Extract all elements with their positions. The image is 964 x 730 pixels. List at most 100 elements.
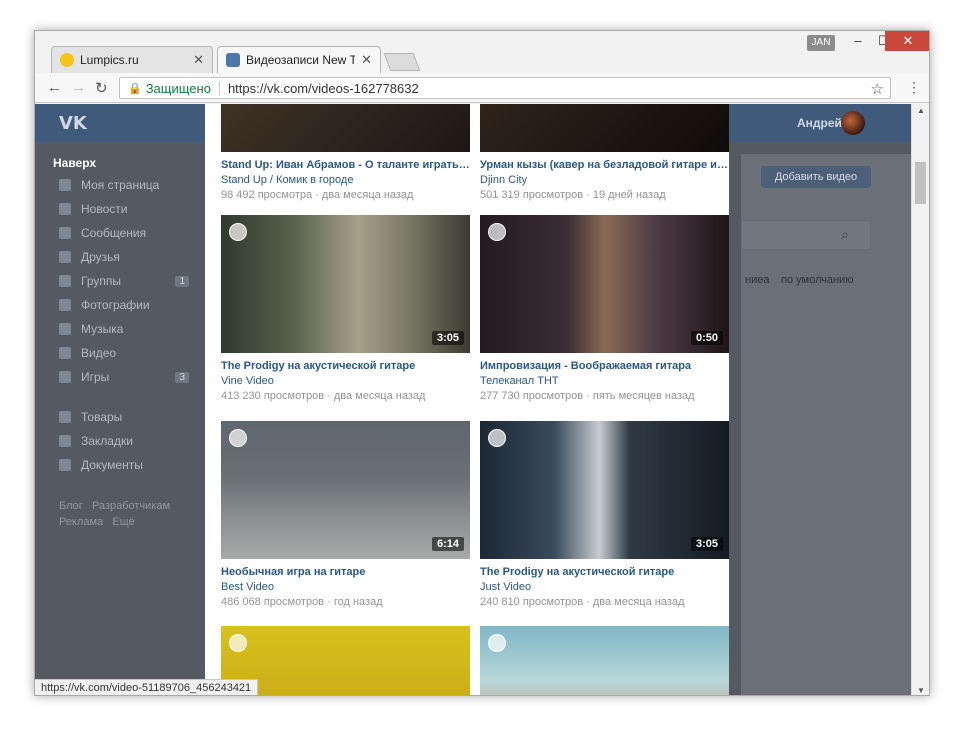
sort-dropdown[interactable]: по умолчанию xyxy=(781,274,853,286)
video-card[interactable]: Stand Up: Иван Абрамов - О таланте играт… xyxy=(221,104,470,201)
sidebar-item-messages[interactable]: Сообщения xyxy=(59,226,189,240)
video-thumbnail[interactable] xyxy=(480,626,729,695)
footer-links-2: Реклама Ещё xyxy=(59,516,135,528)
footer-link-ads[interactable]: Реклама xyxy=(59,516,103,528)
music-icon xyxy=(59,323,71,335)
sidebar-item-documents[interactable]: Документы xyxy=(59,458,189,472)
video-title[interactable]: Урман кызы (кавер на безладовой гитаре и… xyxy=(480,159,729,171)
video-card[interactable]: 6:14 Необычная игра на гитаре Best Video… xyxy=(221,421,470,608)
sidebar-item-bookmarks[interactable]: Закладки xyxy=(59,434,189,448)
select-checkbox[interactable] xyxy=(488,223,506,241)
video-card[interactable] xyxy=(480,626,729,695)
video-card[interactable]: 0:50 Импровизация - Воображаемая гитара … xyxy=(480,215,729,402)
scroll-down-icon[interactable]: ▼ xyxy=(917,686,925,695)
profile-badge[interactable]: JAN xyxy=(807,35,835,51)
close-icon[interactable]: ✕ xyxy=(193,52,204,68)
video-channel[interactable]: Vine Video xyxy=(221,375,470,387)
select-checkbox[interactable] xyxy=(229,429,247,447)
video-duration: 0:50 xyxy=(690,331,723,345)
address-toolbar: ← → ↻ 🔒 Защищено https://vk.com/videos-1… xyxy=(35,73,929,103)
video-title[interactable]: The Prodigy на акустической гитаре xyxy=(480,566,729,578)
lock-icon: 🔒 xyxy=(128,82,142,95)
page-scrollbar[interactable]: ▲ ▼ xyxy=(911,104,929,695)
sidebar-item-friends[interactable]: Друзья xyxy=(59,250,189,264)
sidebar-item-music[interactable]: Музыка xyxy=(59,322,189,336)
video-thumbnail[interactable] xyxy=(221,626,470,695)
search-icon[interactable]: ⌕ xyxy=(841,226,849,243)
video-card[interactable]: 3:05 The Prodigy на акустической гитаре … xyxy=(221,215,470,402)
video-title[interactable]: Stand Up: Иван Абрамов - О таланте играт… xyxy=(221,159,470,171)
video-thumbnail[interactable] xyxy=(480,104,729,152)
select-checkbox[interactable] xyxy=(488,429,506,447)
video-duration: 3:05 xyxy=(431,331,464,345)
kebab-menu-icon[interactable]: ⋮ xyxy=(907,79,921,96)
messages-icon xyxy=(59,227,71,239)
video-thumbnail[interactable]: 0:50 xyxy=(480,215,729,353)
video-card[interactable]: 3:05 The Prodigy на акустической гитаре … xyxy=(480,421,729,608)
tab-lumpics[interactable]: Lumpics.ru ✕ xyxy=(51,46,213,73)
page-content: VK Андрей Наверх Моя страница Новости Со… xyxy=(35,104,913,695)
gamepad-icon xyxy=(59,371,71,383)
url-text[interactable]: https://vk.com/videos-162778632 xyxy=(228,81,419,96)
back-arrow-icon[interactable]: ← xyxy=(47,79,62,96)
sidebar-item-groups[interactable]: Группы 1 xyxy=(59,274,189,288)
close-icon[interactable]: ✕ xyxy=(361,52,372,68)
sidebar-item-my-page[interactable]: Моя страница xyxy=(59,178,189,192)
friends-icon xyxy=(59,251,71,263)
video-thumbnail[interactable]: 3:05 xyxy=(480,421,729,559)
video-duration: 6:14 xyxy=(431,537,464,551)
video-meta: 240 810 просмотров · два месяца назад xyxy=(480,596,685,608)
address-bar[interactable]: 🔒 Защищено https://vk.com/videos-1627786… xyxy=(119,77,891,99)
sidebar-item-video[interactable]: Видео xyxy=(59,346,189,360)
video-channel[interactable]: Best Video xyxy=(221,581,470,593)
bookmark-star-icon[interactable]: ☆ xyxy=(871,80,884,98)
video-title[interactable]: Импровизация - Воображаемая гитара xyxy=(480,360,729,372)
sidebar-item-news[interactable]: Новости xyxy=(59,202,189,216)
footer-link-developers[interactable]: Разработчикам xyxy=(92,500,170,512)
avatar[interactable] xyxy=(841,111,865,135)
scroll-thumb[interactable] xyxy=(915,162,926,204)
forward-arrow-icon[interactable]: → xyxy=(71,79,86,96)
add-video-button[interactable]: Добавить видео xyxy=(761,166,871,188)
scroll-up-icon[interactable]: ▲ xyxy=(917,106,925,115)
vk-favicon-icon xyxy=(226,53,240,67)
tab-vk-videos[interactable]: Видеозаписи New Two ✕ xyxy=(217,46,381,73)
video-card[interactable]: Урман кызы (кавер на безладовой гитаре и… xyxy=(480,104,729,201)
video-search-input[interactable] xyxy=(741,220,871,250)
video-card[interactable] xyxy=(221,626,470,695)
window-close-icon[interactable]: ✕ xyxy=(885,31,929,51)
video-thumbnail[interactable] xyxy=(221,104,470,152)
video-thumbnail[interactable]: 6:14 xyxy=(221,421,470,559)
video-title[interactable]: The Prodigy на акустической гитаре xyxy=(221,360,470,372)
secure-label: Защищено xyxy=(146,80,220,96)
video-channel[interactable]: Just Video xyxy=(480,581,729,593)
footer-link-blog[interactable]: Блог xyxy=(59,500,83,512)
groups-icon xyxy=(59,275,71,287)
sidebar-item-games[interactable]: Игры 3 xyxy=(59,370,189,384)
select-checkbox[interactable] xyxy=(229,223,247,241)
video-channel[interactable]: Телеканал ТНТ xyxy=(480,375,729,387)
back-to-top-button[interactable]: Наверх xyxy=(53,156,96,170)
new-tab-button[interactable] xyxy=(383,53,421,71)
sidebar-item-goods[interactable]: Товары xyxy=(59,410,189,424)
video-channel[interactable]: Djinn City xyxy=(480,174,729,186)
tab-strip: Lumpics.ru ✕ Видеозаписи New Two ✕ JAN –… xyxy=(35,31,929,73)
sidebar-item-photos[interactable]: Фотографии xyxy=(59,298,189,312)
lumpics-favicon-icon xyxy=(60,53,74,67)
video-channel[interactable]: Stand Up / Комик в городе xyxy=(221,174,470,186)
vk-logo[interactable]: VK xyxy=(59,113,87,134)
select-checkbox[interactable] xyxy=(488,634,506,652)
video-meta: 486 068 просмотров · год назад xyxy=(221,596,383,608)
home-icon xyxy=(59,179,71,191)
select-checkbox[interactable] xyxy=(229,634,247,652)
video-thumbnail[interactable]: 3:05 xyxy=(221,215,470,353)
video-selection-modal: Stand Up: Иван Абрамов - О таланте играт… xyxy=(205,104,729,695)
user-name[interactable]: Андрей xyxy=(797,116,842,130)
reload-icon[interactable]: ↻ xyxy=(95,79,108,97)
video-meta: 98 492 просмотра · два месяца назад xyxy=(221,189,414,201)
video-meta: 501 319 просмотров · 19 дней назад xyxy=(480,189,666,201)
camera-icon xyxy=(59,299,71,311)
footer-link-more[interactable]: Ещё xyxy=(112,516,135,528)
count-badge: 3 xyxy=(175,371,189,383)
video-title[interactable]: Необычная игра на гитаре xyxy=(221,566,470,578)
